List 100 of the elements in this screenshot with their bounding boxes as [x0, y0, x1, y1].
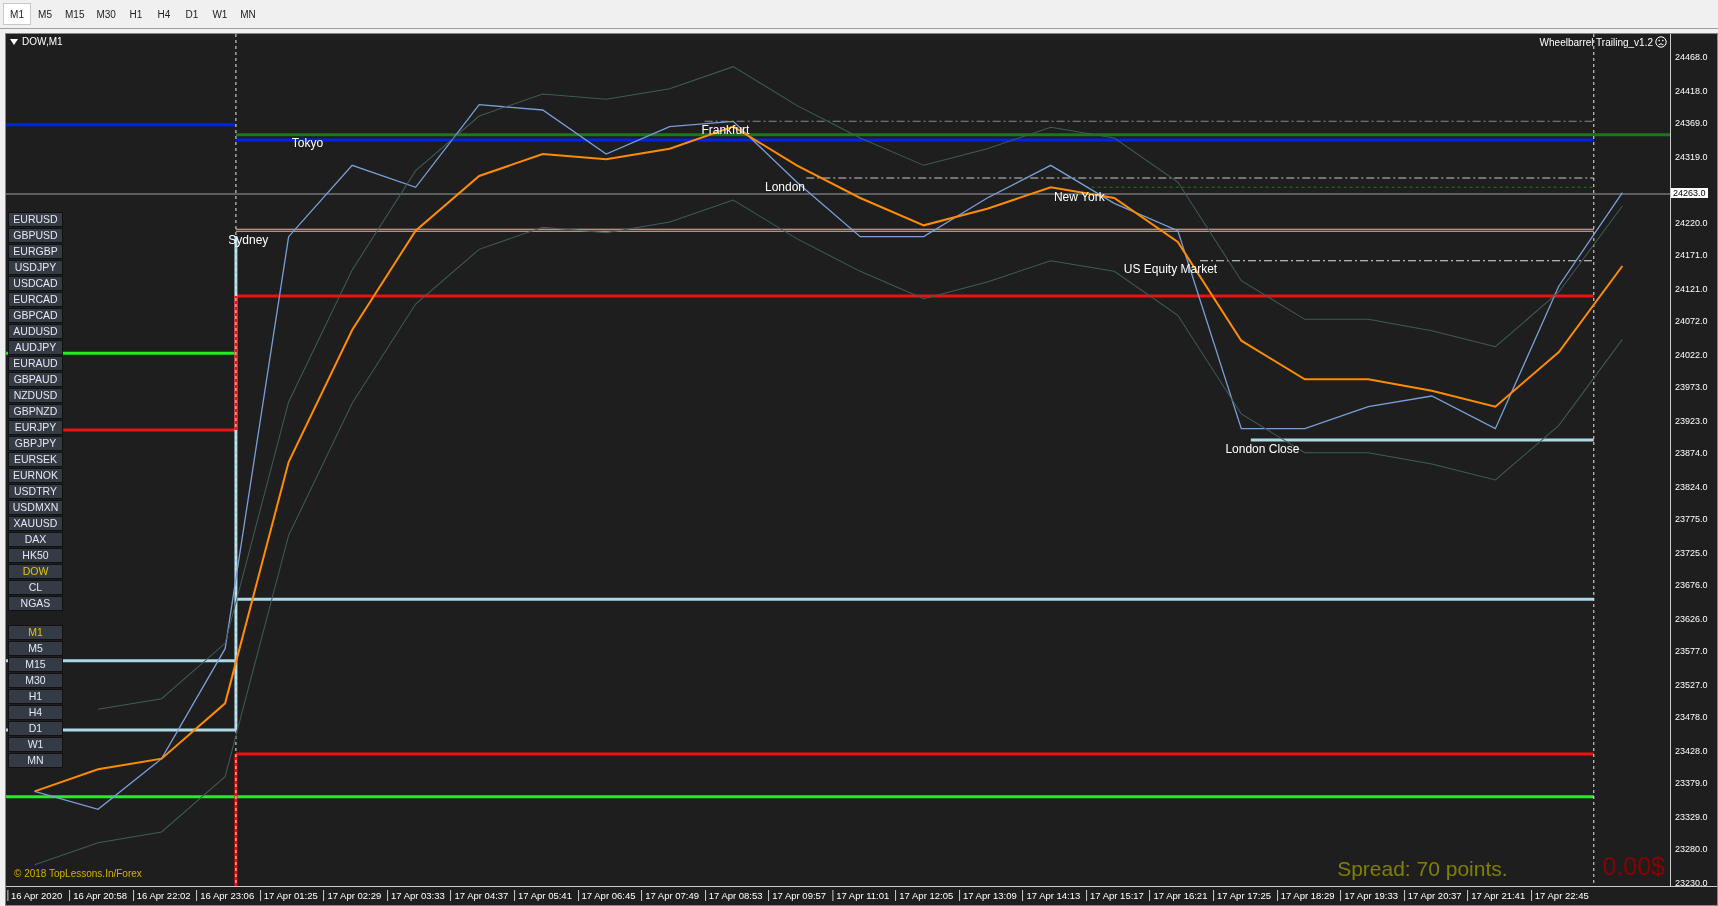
price-tick-label: 23923.0 [1675, 415, 1708, 426]
timeframe-tab[interactable]: M15 [59, 3, 91, 25]
price-tick-label: 23775.0 [1675, 514, 1708, 525]
price-tick-label: 23329.0 [1675, 811, 1708, 822]
timeframe-tab[interactable]: H1 [121, 3, 150, 25]
time-tick-label: 17 Apr 13:09 [958, 890, 1017, 901]
period-button[interactable]: D1 [8, 721, 63, 736]
indicator-name: Wheelbarrel Trailing_v1.2 [1539, 36, 1653, 48]
time-tick-label: 17 Apr 02:29 [323, 890, 382, 901]
time-tick-label: 17 Apr 14:13 [1022, 890, 1081, 901]
chart-title: DOW,M1 [22, 36, 63, 47]
price-tick-label: 24121.0 [1675, 283, 1708, 294]
symbol-button[interactable]: GBPJPY [8, 436, 63, 451]
time-tick-label: 17 Apr 22:45 [1530, 890, 1589, 901]
symbol-button[interactable]: EURSEK [8, 452, 63, 467]
period-button[interactable]: MN [8, 753, 63, 768]
time-tick-label: 17 Apr 05:41 [514, 890, 572, 901]
symbol-button[interactable]: EURCAD [8, 292, 63, 307]
symbol-button[interactable]: USDMXN [8, 500, 63, 515]
time-tick-label: 17 Apr 19:33 [1340, 890, 1399, 901]
time-tick-label: 17 Apr 12:05 [895, 890, 954, 901]
price-tick-label: 23280.0 [1675, 844, 1708, 855]
time-tick-label: 17 Apr 15:17 [1086, 890, 1144, 901]
price-tick-label: 23527.0 [1675, 679, 1708, 690]
symbol-button[interactable]: GBPNZD [8, 404, 63, 419]
spread-text: Spread: 70 points. [1337, 857, 1508, 881]
symbol-button[interactable]: GBPAUD [8, 372, 63, 387]
symbol-button[interactable]: GBPCAD [8, 308, 63, 323]
price-tick-label: 24022.0 [1675, 349, 1708, 360]
time-tick-label: 17 Apr 04:37 [450, 890, 509, 901]
symbol-button[interactable]: USDCAD [8, 276, 63, 291]
price-tick-label: 24369.0 [1675, 118, 1708, 129]
time-tick-label: 17 Apr 11:01 [832, 890, 890, 901]
symbol-button[interactable]: DAX [8, 532, 63, 547]
symbol-button[interactable]: EURUSD [8, 212, 63, 227]
symbol-button[interactable]: EURGBP [8, 244, 63, 259]
symbol-button[interactable]: AUDJPY [8, 340, 63, 355]
period-button[interactable]: M5 [8, 641, 63, 656]
price-tick-label: 24171.0 [1675, 250, 1708, 261]
time-tick-label: 17 Apr 06:45 [577, 890, 636, 901]
price-tick-label: 24220.0 [1675, 217, 1708, 228]
timeframe-tab[interactable]: H4 [149, 3, 178, 25]
price-tick-label: 23725.0 [1675, 547, 1708, 558]
session-label: London [764, 180, 805, 195]
frown-face-icon [1655, 36, 1667, 48]
session-label: London Close [1225, 441, 1300, 456]
symbol-button[interactable]: AUDUSD [8, 324, 63, 339]
time-tick-label: 16 Apr 2020 [6, 890, 63, 901]
price-tick-label: 24072.0 [1675, 316, 1708, 327]
time-tick-label: 17 Apr 01:25 [259, 890, 318, 901]
price-tick-label: 23478.0 [1675, 712, 1708, 723]
timeframe-tab[interactable]: W1 [205, 3, 234, 25]
dropdown-triangle-icon[interactable] [10, 38, 18, 45]
time-tick-label: 16 Apr 20:58 [69, 890, 128, 901]
period-button[interactable]: M1 [8, 625, 63, 640]
symbol-button[interactable]: USDTRY [8, 484, 63, 499]
period-button[interactable]: H1 [8, 689, 63, 704]
timeframe-tab[interactable]: M5 [31, 3, 59, 25]
price-tick-label: 23626.0 [1675, 613, 1708, 624]
symbol-button[interactable]: EURNOK [8, 468, 63, 483]
time-tick-label: 16 Apr 23:06 [196, 890, 255, 901]
profit-text: 0.00$ [1602, 852, 1665, 881]
time-tick-label: 17 Apr 07:49 [641, 890, 699, 901]
symbol-button[interactable]: NZDUSD [8, 388, 63, 403]
price-tick-label: 23973.0 [1675, 382, 1708, 393]
symbol-button[interactable]: DOW [8, 564, 63, 579]
period-button[interactable]: H4 [8, 705, 63, 720]
time-tick-label: 17 Apr 20:37 [1403, 890, 1462, 901]
time-tick-label: 17 Apr 21:41 [1467, 890, 1526, 901]
time-tick-label: 17 Apr 16:21 [1149, 890, 1208, 901]
period-button[interactable]: W1 [8, 737, 63, 752]
timeframe-tab[interactable]: M1 [3, 3, 31, 25]
price-tick-label: 23577.0 [1675, 646, 1708, 657]
price-tick-label: 23428.0 [1675, 745, 1708, 756]
time-tick-label: 17 Apr 03:33 [386, 890, 445, 901]
symbol-button[interactable]: USDJPY [8, 260, 63, 275]
symbol-button[interactable]: EURAUD [8, 356, 63, 371]
time-tick-label: 17 Apr 17:25 [1213, 890, 1271, 901]
timeframe-tab[interactable]: MN [233, 3, 262, 25]
period-button[interactable]: M30 [8, 673, 63, 688]
time-tick-label: 17 Apr 18:29 [1276, 890, 1335, 901]
price-tick-label: 24468.0 [1675, 52, 1708, 63]
symbol-button[interactable]: HK50 [8, 548, 63, 563]
symbol-button[interactable]: EURJPY [8, 420, 63, 435]
period-button[interactable]: M15 [8, 657, 63, 672]
symbol-button[interactable]: CL [8, 580, 63, 595]
symbol-button[interactable]: GBPUSD [8, 228, 63, 243]
price-tick-label: 23676.0 [1675, 580, 1708, 591]
symbol-button[interactable]: NGAS [8, 596, 63, 611]
symbol-button[interactable]: XAUUSD [8, 516, 63, 531]
timeframe-tab[interactable]: D1 [177, 3, 206, 25]
current-price-label: 24263.0 [1671, 187, 1708, 198]
price-tick-label: 24418.0 [1675, 85, 1708, 96]
price-tick-label: 23824.0 [1675, 481, 1708, 492]
price-tick-label: 23874.0 [1675, 448, 1708, 459]
timeframe-tab[interactable]: M30 [90, 3, 122, 25]
time-tick-label: 17 Apr 09:57 [768, 890, 827, 901]
time-tick-label: 17 Apr 08:53 [704, 890, 763, 901]
price-tick-label: 24319.0 [1675, 151, 1708, 162]
copyright-text: © 2018 TopLessons.In/Forex [14, 868, 142, 879]
